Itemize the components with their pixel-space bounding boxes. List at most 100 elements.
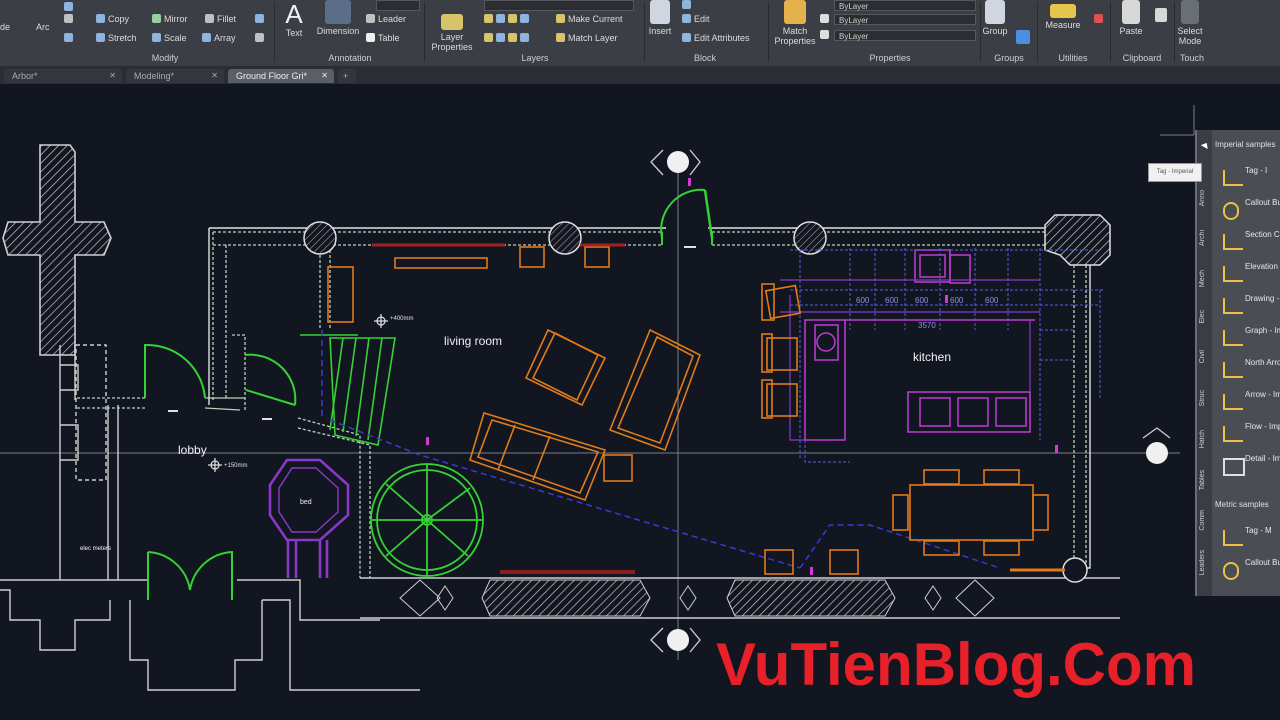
match-properties-button[interactable]: Match Properties (768, 0, 822, 46)
match-layer-icon (556, 33, 565, 42)
palette-tab[interactable]: Archi (1199, 230, 1206, 246)
file-tab-arbor[interactable]: Arbor* ✕ (4, 69, 122, 83)
palette-item[interactable]: Elevation - Imperial (1223, 258, 1280, 288)
layer-dropdown[interactable] (484, 0, 634, 11)
group-button[interactable]: Group (970, 0, 1020, 36)
make-current-button[interactable]: Make Current (556, 14, 623, 24)
clipboard-panel-label[interactable]: Clipboard (1112, 52, 1172, 64)
layer-properties-button[interactable]: Layer Properties (424, 14, 480, 52)
annotation-panel-label[interactable]: Annotation (280, 52, 420, 64)
detail-icon (1223, 458, 1245, 476)
layers-panel-label[interactable]: Layers (430, 52, 640, 64)
tool-palette[interactable]: Anno Archi Mech Elec Civil Struc Hatch T… (1195, 130, 1280, 596)
paste-icon (1122, 0, 1140, 24)
palette-tab[interactable]: Anno (1199, 190, 1206, 206)
copy-clip-icon[interactable] (1155, 8, 1170, 23)
straight-stair (300, 334, 396, 446)
palette-item[interactable]: Callout Bubble (1223, 194, 1280, 224)
copy-button[interactable]: Copy (96, 14, 129, 24)
modify-panel-label[interactable]: Modify (60, 52, 270, 64)
mirror-icon (152, 14, 161, 23)
layer-properties-label: Layer Properties (431, 32, 473, 52)
left-structure (0, 344, 420, 691)
reference-lines (0, 105, 1195, 660)
move-icon[interactable] (64, 2, 76, 12)
rotate-icon[interactable] (64, 14, 76, 24)
palette-item[interactable]: Tag - M (1223, 522, 1280, 552)
palette-tab[interactable]: Hatch (1199, 430, 1206, 448)
close-icon[interactable]: ✕ (321, 69, 328, 83)
palette-tab[interactable]: Elec (1199, 310, 1206, 324)
table-button[interactable]: Table (366, 33, 400, 43)
layer-state-icons[interactable] (484, 14, 532, 24)
properties-panel-label[interactable]: Properties (800, 52, 980, 64)
dining-table (892, 469, 1049, 556)
palette-tab[interactable]: Struc (1199, 390, 1206, 406)
palette-item[interactable]: Section Callout (1223, 226, 1280, 256)
insert-button[interactable]: Insert (642, 0, 678, 36)
palette-item[interactable]: Detail - Imperial (1223, 450, 1280, 480)
groups-panel-label[interactable]: Groups (984, 52, 1034, 64)
trim-icon[interactable] (64, 33, 76, 43)
group-select-icon[interactable] (1016, 30, 1033, 45)
file-tab-ground-floor[interactable]: Ground Floor Gri* ✕ (228, 69, 334, 83)
section-marker-top (650, 149, 701, 176)
color-dropdown[interactable]: ByLayer (834, 0, 976, 11)
measure-button[interactable]: Measure (1034, 0, 1092, 30)
callout-bubble-icon (1223, 202, 1239, 220)
lineweight-dropdown[interactable]: ByLayer (834, 14, 976, 25)
array-button[interactable]: Array (202, 33, 236, 43)
linetype-dropdown[interactable]: ByLayer (834, 30, 976, 41)
file-tab-bar: Arbor* ✕ Modeling* ✕ Ground Floor Gri* ✕ + (0, 67, 1280, 84)
utilities-small-icon[interactable] (1094, 14, 1106, 24)
palette-tab[interactable]: Civil (1199, 350, 1206, 363)
edit-attributes-button[interactable]: Edit Attributes (682, 33, 750, 43)
scale-button[interactable]: Scale (152, 33, 187, 43)
paste-label: Paste (1119, 26, 1143, 36)
mirror-button[interactable]: Mirror (152, 14, 188, 24)
drawing-canvas[interactable]: 600 600 600 600 600 3570 living room kit… (0, 85, 1280, 720)
new-tab-button[interactable]: + (338, 69, 356, 83)
leader-label: Leader (378, 14, 407, 24)
fillet-button[interactable]: Fillet (205, 14, 236, 24)
close-icon[interactable]: ✕ (109, 69, 116, 83)
edit-block-button[interactable]: Edit (682, 14, 710, 24)
array-label: Array (214, 33, 236, 43)
block-panel-label[interactable]: Block (650, 52, 760, 64)
paste-button[interactable]: Paste (1108, 0, 1154, 36)
measure-label: Measure (1045, 20, 1081, 30)
tag-icon (1223, 170, 1243, 186)
svg-text:600: 600 (856, 296, 870, 305)
palette-item[interactable]: Callout Bubble (1223, 554, 1280, 584)
text-style-dropdown[interactable] (376, 0, 420, 11)
dimension-button[interactable]: Dimension (308, 0, 368, 36)
palette-item[interactable]: Graph - Imperial (1223, 322, 1280, 352)
palette-item[interactable]: North Arrow - Imperial (1223, 354, 1280, 384)
edit-block-icon (682, 14, 691, 23)
palette-item[interactable]: Flow - Imperial (1223, 418, 1280, 448)
small-dim-ticks (168, 246, 696, 420)
svg-text:600: 600 (915, 296, 929, 305)
palette-item[interactable]: Arrow - Imperial (1223, 386, 1280, 416)
close-icon[interactable]: ✕ (211, 69, 218, 83)
palette-item[interactable]: Tag - I (1223, 162, 1280, 192)
stretch-button[interactable]: Stretch (96, 33, 137, 43)
palette-item-label: Detail - Imperial (1245, 454, 1280, 463)
leader-button[interactable]: Leader (366, 14, 406, 24)
copy-icon (96, 14, 105, 23)
palette-tab[interactable]: Mech (1199, 270, 1206, 287)
palette-tab[interactable]: Leaders (1199, 550, 1206, 575)
layer-state-icons-2[interactable] (484, 33, 532, 43)
touch-panel-label[interactable]: Touch (1174, 52, 1210, 64)
palette-tab[interactable]: Comm (1199, 510, 1206, 531)
file-tab-modeling[interactable]: Modeling* ✕ (126, 69, 224, 83)
stretch-label: Stretch (108, 33, 137, 43)
lobby-label: lobby (178, 443, 207, 457)
create-block-icon[interactable] (682, 0, 694, 10)
select-mode-button[interactable]: Select Mode (1172, 0, 1208, 46)
match-layer-button[interactable]: Match Layer (556, 33, 618, 43)
palette-metric-title: Metric samples (1215, 500, 1269, 509)
palette-item[interactable]: Drawing - Imperial (1223, 290, 1280, 320)
utilities-panel-label[interactable]: Utilities (1040, 52, 1106, 64)
palette-tab[interactable]: Tables (1199, 470, 1206, 490)
